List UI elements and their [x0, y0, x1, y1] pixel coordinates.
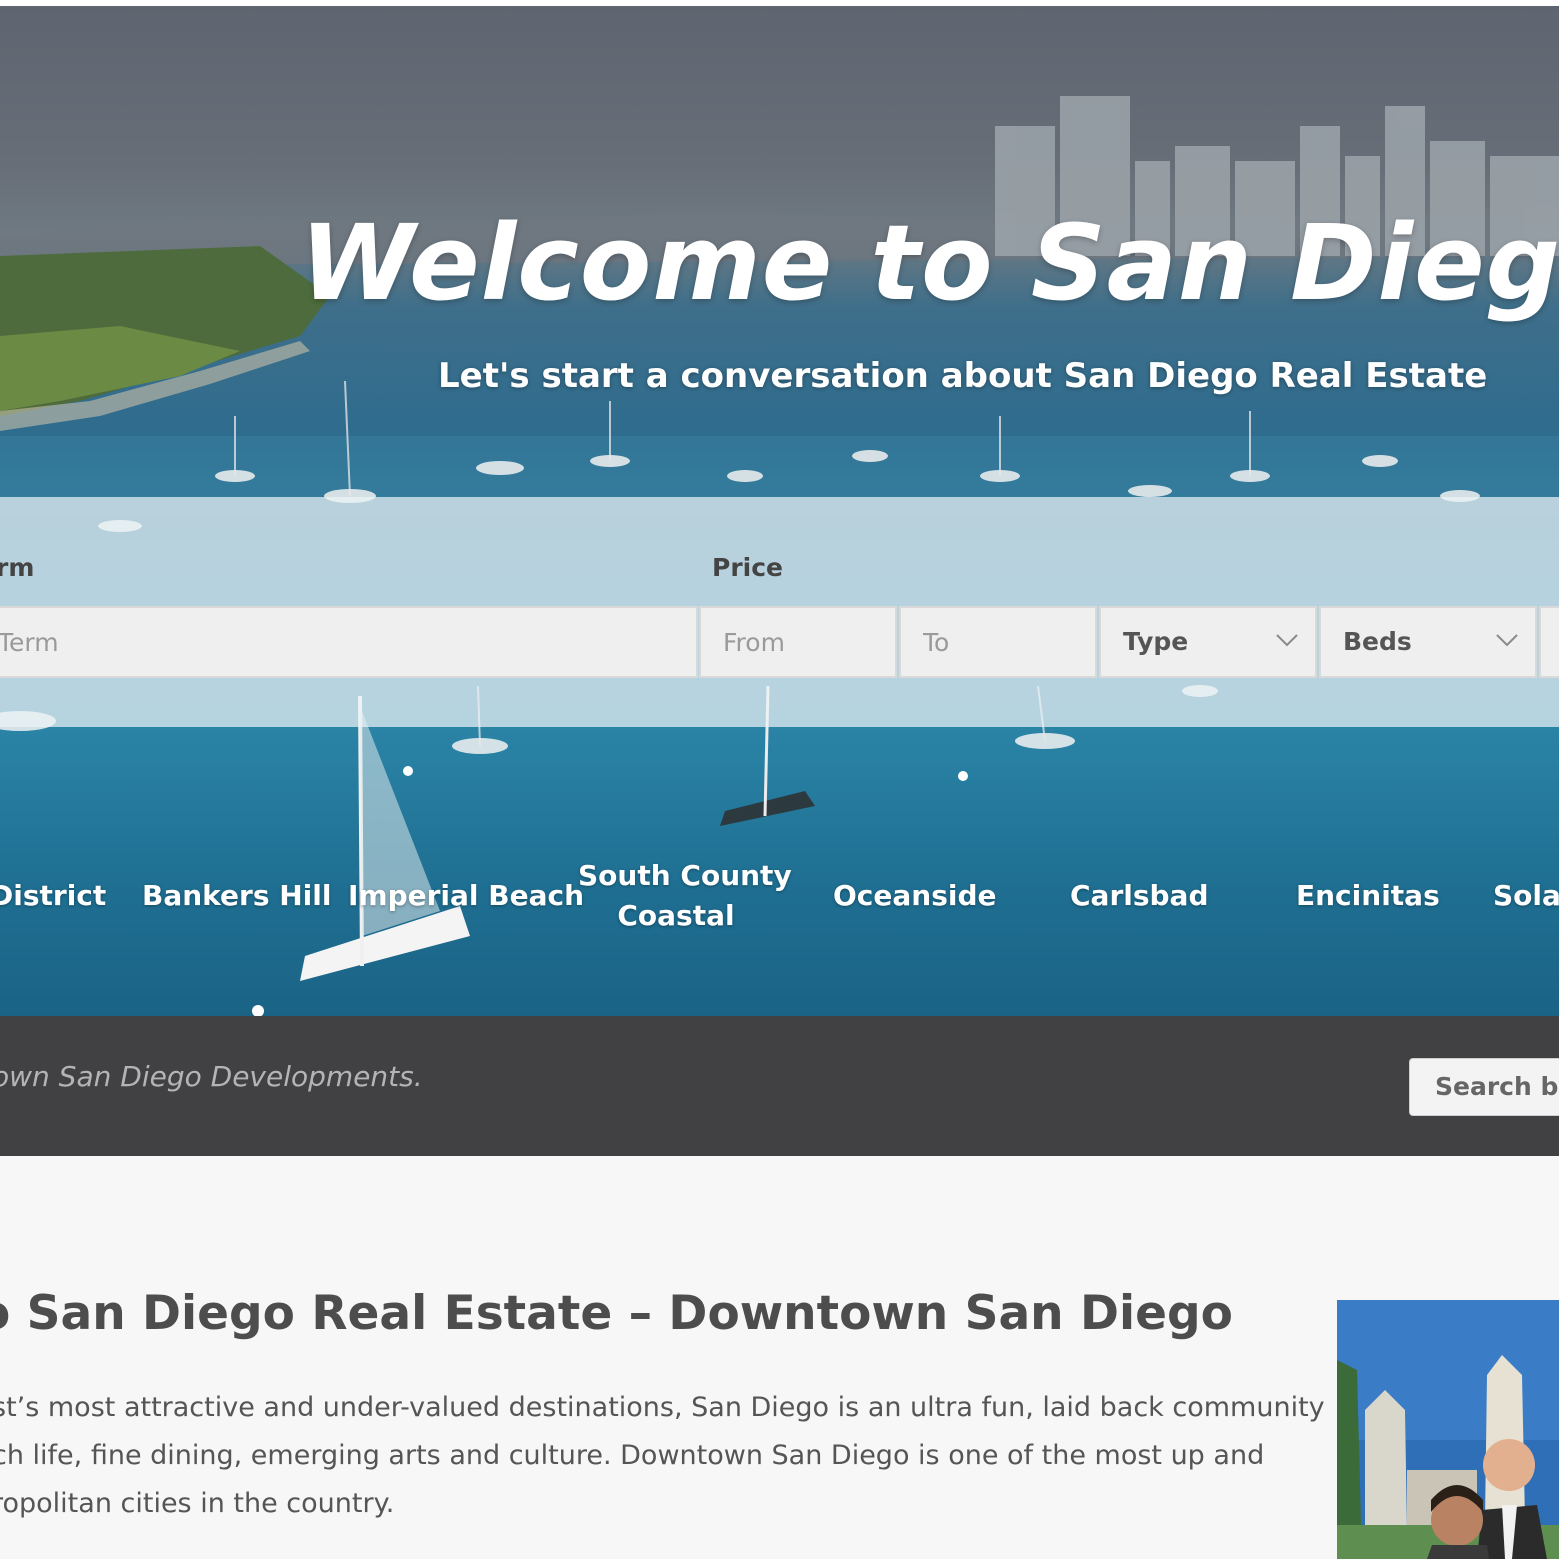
- neighborhood-link-imperial-beach[interactable]: Imperial Beach: [348, 876, 584, 916]
- chevron-down-icon: [1496, 634, 1518, 647]
- paragraph-line: ropolitan cities in the country.: [0, 1488, 395, 1519]
- neighborhood-link-line: South County: [578, 859, 792, 892]
- developments-text: own San Diego Developments.: [0, 1060, 423, 1093]
- property-search-bar: rm Price Type Beds: [0, 497, 1559, 727]
- price-label: Price: [712, 553, 783, 582]
- neighborhood-link-encinitas[interactable]: Encinitas: [1296, 876, 1440, 916]
- developments-bar: own San Diego Developments. Search by: [0, 1016, 1559, 1156]
- beds-select[interactable]: Beds: [1319, 606, 1537, 678]
- paragraph-line: ch life, fine dining, emerging arts and …: [0, 1440, 1265, 1471]
- agents-photo-image: [1337, 1300, 1559, 1559]
- hero-title: Welcome to San Diego: [300, 202, 1559, 324]
- neighborhood-link-solar[interactable]: Solar: [1493, 876, 1559, 916]
- search-term-input[interactable]: [0, 606, 698, 678]
- neighborhood-link-district[interactable]: District: [0, 876, 106, 916]
- agents-photo: [1337, 1300, 1559, 1559]
- chevron-down-icon: [1276, 634, 1298, 647]
- hero-subtitle: Let's start a conversation about San Die…: [438, 356, 1488, 396]
- next-filter-select[interactable]: [1539, 606, 1559, 678]
- neighborhood-link-bankers-hill[interactable]: Bankers Hill: [142, 876, 331, 916]
- intro-paragraph: st’s most attractive and under-valued de…: [0, 1384, 1325, 1528]
- search-by-button[interactable]: Search by: [1409, 1058, 1559, 1116]
- neighborhood-link-oceanside[interactable]: Oceanside: [833, 876, 997, 916]
- type-select[interactable]: Type: [1099, 606, 1317, 678]
- type-select-value: Type: [1123, 627, 1189, 656]
- paragraph-line: st’s most attractive and under-valued de…: [0, 1392, 1325, 1423]
- neighborhood-link-carlsbad[interactable]: Carlsbad: [1070, 876, 1209, 916]
- beds-select-value: Beds: [1343, 627, 1412, 656]
- neighborhood-link-south-county-coastal[interactable]: South County Coastal: [578, 856, 792, 936]
- neighborhood-link-line: Coastal: [617, 899, 735, 932]
- price-to-input[interactable]: [899, 606, 1097, 678]
- page-title: o San Diego Real Estate – Downtown San D…: [0, 1286, 1233, 1341]
- term-label: rm: [0, 553, 35, 582]
- price-from-input[interactable]: [699, 606, 897, 678]
